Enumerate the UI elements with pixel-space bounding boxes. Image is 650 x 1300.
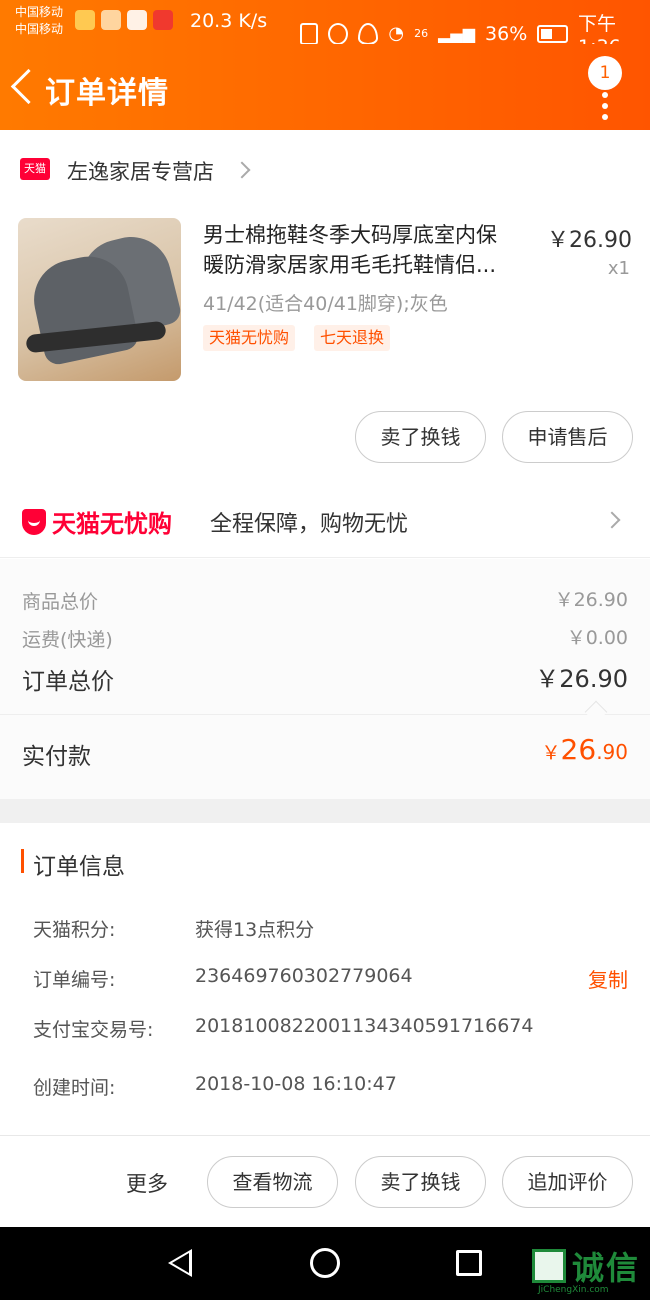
created-time-label: 创建时间: <box>33 1077 116 1099</box>
nav-home-icon[interactable] <box>310 1248 340 1278</box>
product-title-line2: 暖防滑家居家用毛毛托鞋情侣... <box>203 253 497 277</box>
carrier-2: 中国移动 <box>15 22 64 36</box>
heading-accent-bar <box>21 849 24 873</box>
alarm-icon <box>328 22 349 45</box>
more-dots-icon <box>602 92 608 125</box>
paid-currency: ￥ <box>541 742 561 764</box>
eye-icon <box>358 22 379 45</box>
paid-amount: ￥26.90 <box>542 733 628 766</box>
network-type: 26 <box>414 27 429 40</box>
product-title[interactable]: 男士棉拖鞋冬季大码厚底室内保 暖防滑家居家用毛毛托鞋情侣... <box>203 220 533 280</box>
watermark-icon <box>532 1249 566 1283</box>
sell-bottom-button[interactable]: 卖了换钱 <box>355 1156 486 1208</box>
chevron-right-icon <box>233 161 251 179</box>
battery-icon <box>537 24 569 43</box>
order-total-label: 订单总价 <box>22 669 114 695</box>
section-gap <box>0 799 650 823</box>
points-label: 天猫积分: <box>33 919 116 941</box>
signal-icon: ▂▄▆ <box>438 24 476 43</box>
paid-label: 实付款 <box>22 744 91 770</box>
created-time-value: 2018-10-08 16:10:47 <box>195 1073 397 1095</box>
order-number-value: 236469760302779064 <box>195 965 413 987</box>
shipping-label: 运费(快递) <box>22 629 113 651</box>
alipay-trade-value: 2018100822001134340591716674 <box>195 1015 534 1037</box>
watermark-logo: 诚信 JiChengXin.com <box>532 1249 650 1297</box>
product-image[interactable] <box>18 218 181 381</box>
app-header: 订单详情 1 <box>0 44 650 130</box>
shop-row[interactable]: 天猫 左逸家居专营店 <box>0 130 650 210</box>
tmall-logo-icon: 天猫 <box>20 158 50 180</box>
paid-integer: 26 <box>560 733 597 766</box>
goods-total-value: ￥26.90 <box>554 589 628 611</box>
sell-button[interactable]: 卖了换钱 <box>355 411 486 463</box>
product-title-line1: 男士棉拖鞋冬季大码厚底室内保 <box>203 223 497 247</box>
after-sale-button[interactable]: 申请售后 <box>502 411 633 463</box>
order-total-value: ￥26.90 <box>535 665 628 693</box>
order-info-heading: 订单信息 <box>33 854 125 880</box>
carrier-labels: 中国移动 中国移动 <box>15 4 63 38</box>
app-notification-icon <box>101 10 121 30</box>
product-quantity: x1 <box>607 258 630 279</box>
battery-percent: 36% <box>485 22 528 45</box>
guarantee-text: 全程保障，购物无忧 <box>210 512 409 537</box>
shipping-value: ￥0.00 <box>566 627 628 649</box>
shop-name: 左逸家居专营店 <box>67 160 214 184</box>
product-price: ￥26.90 <box>547 228 632 253</box>
page-title: 订单详情 <box>45 76 169 111</box>
network-speed: 20.3 K/s <box>190 10 268 32</box>
notification-icons <box>75 10 173 30</box>
view-logistics-button[interactable]: 查看物流 <box>207 1156 338 1208</box>
guarantee-brand: 天猫无忧购 <box>52 510 172 538</box>
more-actions-button[interactable]: 更多 <box>126 1168 168 1198</box>
status-bar: 中国移动 中国移动 20.3 K/s ◔ 26 ▂▄▆ 36% 下午1:36 <box>0 0 650 58</box>
order-info-section: 订单信息 天猫积分: 获得13点积分 订单编号: 236469760302779… <box>0 823 650 1135</box>
copy-order-number-button[interactable]: 复制 <box>588 964 628 993</box>
notification-badge: 1 <box>588 56 622 90</box>
product-sku: 41/42(适合40/41脚穿);灰色 <box>203 293 448 315</box>
app-notification-icon <box>127 10 147 30</box>
divider <box>0 714 650 715</box>
more-menu-button[interactable]: 1 <box>588 56 628 120</box>
nav-recents-icon[interactable] <box>456 1250 482 1276</box>
nav-back-icon[interactable] <box>168 1249 192 1277</box>
points-value: 获得13点积分 <box>195 919 315 941</box>
goods-total-label: 商品总价 <box>22 591 99 613</box>
watermark-subtext: JiChengXin.com <box>538 1285 609 1295</box>
tmall-shield-icon <box>22 509 46 535</box>
watermark-text: 诚信 <box>572 1249 641 1287</box>
back-button[interactable] <box>10 66 40 106</box>
caret-up-icon <box>584 700 608 724</box>
price-summary: 商品总价 ￥26.90 运费(快递) ￥0.00 订单总价 ￥26.90 实付款… <box>0 559 650 799</box>
guarantee-row[interactable]: 天猫无忧购 全程保障，购物无忧 <box>0 482 650 558</box>
paid-decimal: .90 <box>596 740 628 764</box>
alipay-trade-label: 支付宝交易号: <box>33 1019 154 1041</box>
tag-tmall-worry-free: 天猫无忧购 <box>203 325 296 351</box>
add-review-button[interactable]: 追加评价 <box>502 1156 633 1208</box>
chevron-right-icon <box>603 511 621 529</box>
order-number-label: 订单编号: <box>33 969 116 991</box>
bottom-action-bar: 更多 查看物流 卖了换钱 追加评价 <box>0 1135 650 1227</box>
mute-icon <box>300 22 319 45</box>
app-notification-icon <box>153 10 173 30</box>
wifi-icon: ◔ <box>388 23 405 44</box>
carrier-1: 中国移动 <box>15 5 64 19</box>
tag-seven-day-return: 七天退换 <box>314 325 391 351</box>
app-notification-icon <box>75 10 95 30</box>
